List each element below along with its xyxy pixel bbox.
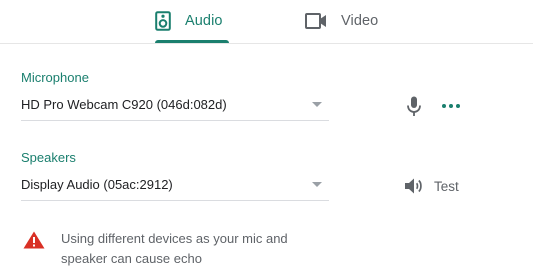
microphone-section-label: Microphone [21,70,89,85]
video-camera-icon [305,13,326,29]
microphone-icon [407,96,421,116]
speakers-select[interactable]: Display Audio (05ac:2912) [21,172,329,201]
echo-warning-text: Using different devices as your mic and … [61,231,288,266]
tab-audio[interactable]: Audio [155,0,229,42]
more-options-icon[interactable] [440,96,462,116]
dropdown-arrow-icon [312,182,322,187]
speakers-section-label: Speakers [21,150,76,165]
tab-video[interactable]: Video [305,0,395,42]
tab-audio-label: Audio [185,13,223,29]
volume-icon [405,178,422,194]
speaker-icon [155,11,171,31]
test-label: Test [434,178,459,194]
microphone-select[interactable]: HD Pro Webcam C920 (046d:082d) [21,92,329,121]
active-tab-indicator [155,40,229,43]
dropdown-arrow-icon [312,102,322,107]
speakers-selected-device: Display Audio (05ac:2912) [21,177,173,192]
microphone-selected-device: HD Pro Webcam C920 (046d:082d) [21,97,227,112]
warning-icon [23,231,45,249]
device-tabs: Audio Video [0,0,533,44]
test-speakers-button[interactable]: Test [404,176,459,196]
tab-video-label: Video [341,13,379,29]
